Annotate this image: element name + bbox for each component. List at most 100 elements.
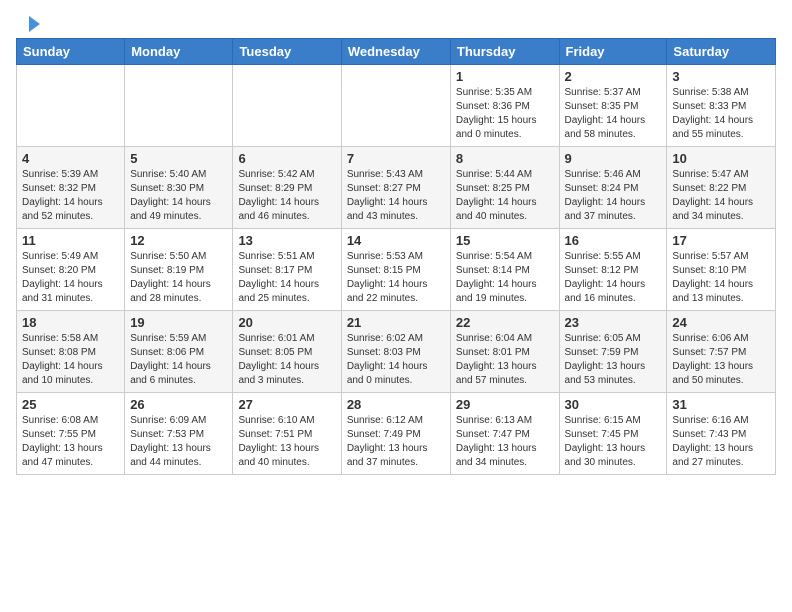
calendar-cell: [341, 65, 450, 147]
day-number: 7: [347, 151, 445, 166]
day-info: Sunrise: 5:40 AM Sunset: 8:30 PM Dayligh…: [130, 168, 227, 224]
weekday-header-saturday: Saturday: [667, 39, 776, 65]
calendar-cell: 16 Sunrise: 5:55 AM Sunset: 8:12 PM Dayli…: [559, 229, 667, 311]
day-number: 18: [22, 315, 119, 330]
calendar-cell: 19 Sunrise: 5:59 AM Sunset: 8:06 PM Dayli…: [125, 311, 233, 393]
calendar-cell: 28Sunrise: 6:12 AM Sunset: 7:49 PM Dayli…: [341, 393, 450, 475]
day-info: Sunrise: 6:16 AM Sunset: 7:43 PM Dayligh…: [672, 414, 770, 470]
calendar-cell: 26 Sunrise: 6:09 AM Sunset: 7:53 PM Dayli…: [125, 393, 233, 475]
weekday-header-wednesday: Wednesday: [341, 39, 450, 65]
day-info: Sunrise: 5:39 AM Sunset: 8:32 PM Dayligh…: [22, 168, 119, 224]
day-number: 21: [347, 315, 445, 330]
day-info: Sunrise: 6:02 AM Sunset: 8:03 PM Dayligh…: [347, 332, 445, 388]
calendar-cell: 9 Sunrise: 5:46 AM Sunset: 8:24 PM Daylig…: [559, 147, 667, 229]
calendar-cell: 4 Sunrise: 5:39 AM Sunset: 8:32 PM Daylig…: [17, 147, 125, 229]
calendar-cell: 8Sunrise: 5:44 AM Sunset: 8:25 PM Daylig…: [450, 147, 559, 229]
day-info: Sunrise: 6:15 AM Sunset: 7:45 PM Dayligh…: [565, 414, 662, 470]
day-info: Sunrise: 5:46 AM Sunset: 8:24 PM Dayligh…: [565, 168, 662, 224]
calendar-cell: 5 Sunrise: 5:40 AM Sunset: 8:30 PM Daylig…: [125, 147, 233, 229]
day-info: Sunrise: 5:58 AM Sunset: 8:08 PM Dayligh…: [22, 332, 119, 388]
day-info: Sunrise: 5:49 AM Sunset: 8:20 PM Dayligh…: [22, 250, 119, 306]
calendar-cell: 23 Sunrise: 6:05 AM Sunset: 7:59 PM Dayli…: [559, 311, 667, 393]
day-number: 3: [672, 69, 770, 84]
day-number: 27: [238, 397, 335, 412]
calendar-week-2: 4 Sunrise: 5:39 AM Sunset: 8:32 PM Daylig…: [17, 147, 776, 229]
calendar-week-1: 1Sunrise: 5:35 AM Sunset: 8:36 PM Daylig…: [17, 65, 776, 147]
calendar-week-5: 25Sunrise: 6:08 AM Sunset: 7:55 PM Dayli…: [17, 393, 776, 475]
day-info: Sunrise: 6:10 AM Sunset: 7:51 PM Dayligh…: [238, 414, 335, 470]
day-number: 12: [130, 233, 227, 248]
day-number: 15: [456, 233, 554, 248]
day-number: 20: [238, 315, 335, 330]
calendar-cell: 1Sunrise: 5:35 AM Sunset: 8:36 PM Daylig…: [450, 65, 559, 147]
day-number: 29: [456, 397, 554, 412]
day-info: Sunrise: 6:04 AM Sunset: 8:01 PM Dayligh…: [456, 332, 554, 388]
day-info: Sunrise: 5:57 AM Sunset: 8:10 PM Dayligh…: [672, 250, 770, 306]
calendar-cell: [233, 65, 341, 147]
calendar-cell: 6Sunrise: 5:42 AM Sunset: 8:29 PM Daylig…: [233, 147, 341, 229]
calendar-cell: [17, 65, 125, 147]
weekday-header-friday: Friday: [559, 39, 667, 65]
day-number: 11: [22, 233, 119, 248]
calendar-cell: 18 Sunrise: 5:58 AM Sunset: 8:08 PM Dayli…: [17, 311, 125, 393]
day-info: Sunrise: 5:43 AM Sunset: 8:27 PM Dayligh…: [347, 168, 445, 224]
calendar-cell: 10Sunrise: 5:47 AM Sunset: 8:22 PM Dayli…: [667, 147, 776, 229]
day-number: 22: [456, 315, 554, 330]
day-number: 8: [456, 151, 554, 166]
weekday-header-monday: Monday: [125, 39, 233, 65]
day-info: Sunrise: 5:38 AM Sunset: 8:33 PM Dayligh…: [672, 86, 770, 142]
day-number: 4: [22, 151, 119, 166]
weekday-header-thursday: Thursday: [450, 39, 559, 65]
day-number: 24: [672, 315, 770, 330]
calendar-cell: [125, 65, 233, 147]
day-number: 31: [672, 397, 770, 412]
calendar-cell: 3 Sunrise: 5:38 AM Sunset: 8:33 PM Daylig…: [667, 65, 776, 147]
logo: [16, 16, 40, 32]
day-info: Sunrise: 6:05 AM Sunset: 7:59 PM Dayligh…: [565, 332, 662, 388]
calendar-cell: 29 Sunrise: 6:13 AM Sunset: 7:47 PM Dayli…: [450, 393, 559, 475]
calendar-cell: 11 Sunrise: 5:49 AM Sunset: 8:20 PM Dayli…: [17, 229, 125, 311]
calendar-cell: 27 Sunrise: 6:10 AM Sunset: 7:51 PM Dayli…: [233, 393, 341, 475]
calendar-table: SundayMondayTuesdayWednesdayThursdayFrid…: [16, 38, 776, 475]
calendar-cell: 13 Sunrise: 5:51 AM Sunset: 8:17 PM Dayli…: [233, 229, 341, 311]
day-number: 17: [672, 233, 770, 248]
day-number: 16: [565, 233, 662, 248]
calendar-cell: 25Sunrise: 6:08 AM Sunset: 7:55 PM Dayli…: [17, 393, 125, 475]
day-number: 6: [238, 151, 335, 166]
calendar-cell: 15Sunrise: 5:54 AM Sunset: 8:14 PM Dayli…: [450, 229, 559, 311]
day-number: 5: [130, 151, 227, 166]
calendar-cell: 21 Sunrise: 6:02 AM Sunset: 8:03 PM Dayli…: [341, 311, 450, 393]
calendar-cell: 14 Sunrise: 5:53 AM Sunset: 8:15 PM Dayli…: [341, 229, 450, 311]
calendar-week-3: 11 Sunrise: 5:49 AM Sunset: 8:20 PM Dayli…: [17, 229, 776, 311]
day-info: Sunrise: 6:06 AM Sunset: 7:57 PM Dayligh…: [672, 332, 770, 388]
day-info: Sunrise: 5:50 AM Sunset: 8:19 PM Dayligh…: [130, 250, 227, 306]
day-info: Sunrise: 5:51 AM Sunset: 8:17 PM Dayligh…: [238, 250, 335, 306]
day-info: Sunrise: 5:55 AM Sunset: 8:12 PM Dayligh…: [565, 250, 662, 306]
day-info: Sunrise: 5:59 AM Sunset: 8:06 PM Dayligh…: [130, 332, 227, 388]
day-info: Sunrise: 5:37 AM Sunset: 8:35 PM Dayligh…: [565, 86, 662, 142]
day-info: Sunrise: 5:53 AM Sunset: 8:15 PM Dayligh…: [347, 250, 445, 306]
day-info: Sunrise: 6:09 AM Sunset: 7:53 PM Dayligh…: [130, 414, 227, 470]
weekday-header-row: SundayMondayTuesdayWednesdayThursdayFrid…: [17, 39, 776, 65]
calendar-cell: 22 Sunrise: 6:04 AM Sunset: 8:01 PM Dayli…: [450, 311, 559, 393]
day-number: 14: [347, 233, 445, 248]
day-number: 9: [565, 151, 662, 166]
day-number: 30: [565, 397, 662, 412]
calendar-cell: 30 Sunrise: 6:15 AM Sunset: 7:45 PM Dayli…: [559, 393, 667, 475]
day-number: 2: [565, 69, 662, 84]
calendar-cell: 2 Sunrise: 5:37 AM Sunset: 8:35 PM Daylig…: [559, 65, 667, 147]
calendar-cell: 12 Sunrise: 5:50 AM Sunset: 8:19 PM Dayli…: [125, 229, 233, 311]
calendar-cell: 17 Sunrise: 5:57 AM Sunset: 8:10 PM Dayli…: [667, 229, 776, 311]
day-info: Sunrise: 6:08 AM Sunset: 7:55 PM Dayligh…: [22, 414, 119, 470]
day-number: 26: [130, 397, 227, 412]
day-number: 19: [130, 315, 227, 330]
day-info: Sunrise: 5:35 AM Sunset: 8:36 PM Dayligh…: [456, 86, 554, 142]
page-header: [16, 16, 776, 32]
calendar-cell: 24 Sunrise: 6:06 AM Sunset: 7:57 PM Dayli…: [667, 311, 776, 393]
weekday-header-sunday: Sunday: [17, 39, 125, 65]
day-number: 28: [347, 397, 445, 412]
day-info: Sunrise: 6:13 AM Sunset: 7:47 PM Dayligh…: [456, 414, 554, 470]
day-info: Sunrise: 5:47 AM Sunset: 8:22 PM Dayligh…: [672, 168, 770, 224]
day-number: 13: [238, 233, 335, 248]
day-number: 23: [565, 315, 662, 330]
